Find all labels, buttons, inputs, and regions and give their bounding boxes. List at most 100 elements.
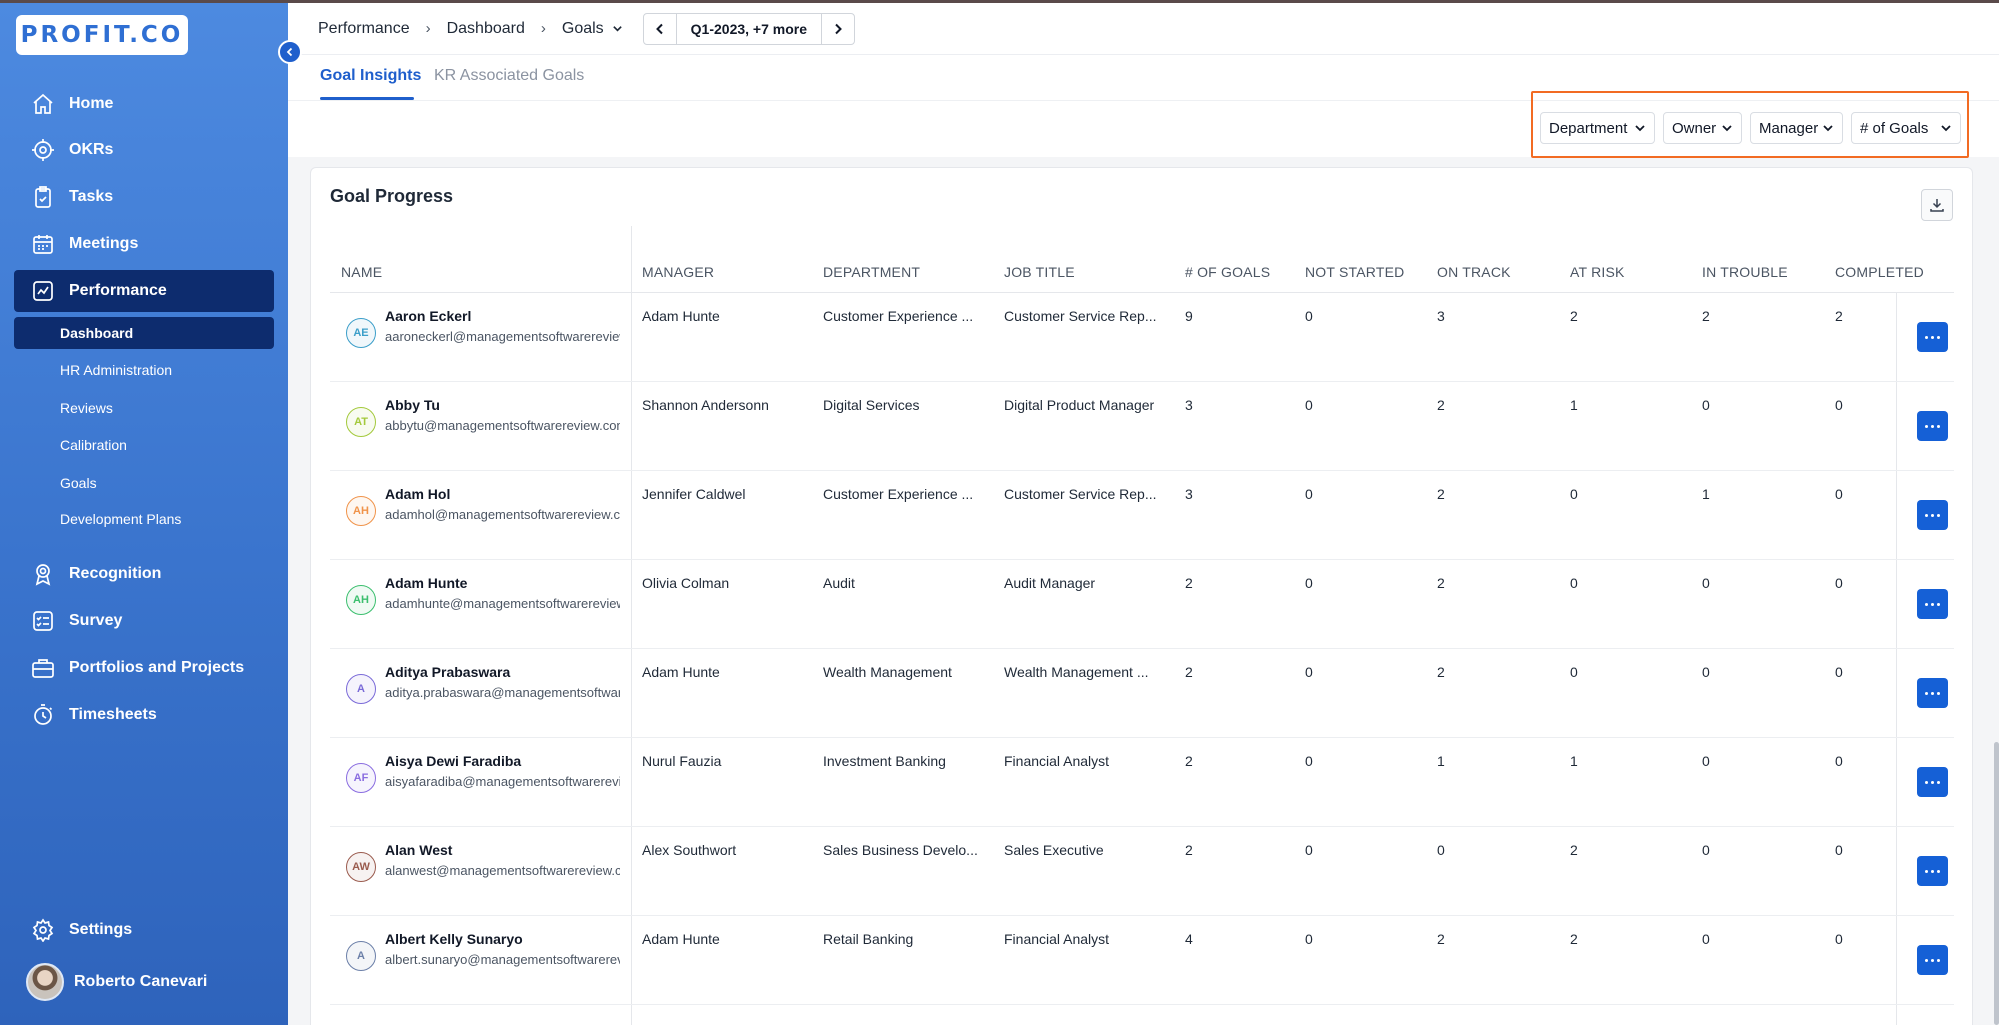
row-actions-button[interactable] [1917,589,1948,619]
manager-cell: Adam Hunte [642,308,720,324]
tab-goal-insights[interactable]: Goal Insights [320,67,421,85]
job-title-cell: Customer Service Rep... [1004,308,1157,324]
breadcrumb-performance[interactable]: Performance [318,20,410,38]
table-row[interactable]: AE Aaron Eckerl aaroneckerl@managementso… [330,293,1954,382]
table-row[interactable]: A Aditya Prabaswara aditya.prabaswara@ma… [330,649,1954,738]
on-track-cell: 2 [1437,575,1445,591]
sidebar-item-home[interactable]: Home [14,83,274,125]
row-actions-button[interactable] [1917,500,1948,530]
table-row[interactable]: AH Adam Hol adamhol@managementsoftwarere… [330,471,1954,560]
in-trouble-cell: 0 [1702,397,1710,413]
sidebar-subitem-dashboard[interactable]: Dashboard [14,317,274,349]
manager-cell: Adam Hunte [642,931,720,947]
completed-cell: 0 [1835,486,1843,502]
column-header-name[interactable]: NAME [341,264,382,280]
manager-cell: Jennifer Caldwel [642,486,746,502]
breadcrumb-goals-dropdown[interactable]: Goals [562,20,623,38]
job-title-cell: Audit Manager [1004,575,1096,591]
owner-name[interactable]: Aaron Eckerl [385,308,471,324]
column-header-at-risk[interactable]: AT RISK [1570,264,1625,280]
sidebar-item-label: Survey [69,612,123,629]
sidebar-item-settings[interactable]: Settings [14,909,274,951]
owner-name[interactable]: Adam Hunte [385,575,467,591]
sidebar-subitem-goals[interactable]: Goals [14,467,274,499]
row-actions-button[interactable] [1917,322,1948,352]
column-header-job-title[interactable]: JOB TITLE [1004,264,1075,280]
tab-kr-associated-goals[interactable]: KR Associated Goals [434,67,584,85]
gear-icon [30,917,56,943]
chevron-down-icon [1823,125,1833,132]
period-selector: Q1-2023, +7 more [642,12,856,45]
owner-name[interactable]: Alan West [385,842,452,858]
user-avatar-initials: A [346,674,376,704]
column-header-department[interactable]: DEPARTMENT [823,264,920,280]
column-header-completed[interactable]: COMPLETED [1835,264,1924,280]
column-header-manager[interactable]: MANAGER [642,264,714,280]
target-icon [30,137,56,163]
sidebar-item-recognition[interactable]: Recognition [14,553,274,595]
page-scrollbar[interactable] [1994,742,1999,1025]
owner-name[interactable]: Aisya Dewi Faradiba [385,753,521,769]
sidebar-subitem-calibration[interactable]: Calibration [14,429,274,461]
profitco-logo[interactable]: PROFIT.CO [16,15,188,55]
sidebar-item-meetings[interactable]: Meetings [14,223,274,265]
sidebar-item-label: Tasks [69,188,114,205]
column-header-goals[interactable]: # OF GOALS [1185,264,1270,280]
table-row[interactable]: AF Aisya Dewi Faradiba aisyafaradiba@man… [330,738,1954,827]
table-row[interactable]: AW Alan West alanwest@managementsoftware… [330,827,1954,916]
owner-name[interactable]: Abby Tu [385,397,440,413]
breadcrumb-dashboard[interactable]: Dashboard [447,20,525,38]
in-trouble-cell: 0 [1702,842,1710,858]
user-profile[interactable]: Roberto Canevari [26,963,207,1001]
more-dots-icon [1925,780,1940,784]
goals-count-cell: 2 [1185,753,1193,769]
goals-count-cell: 3 [1185,397,1193,413]
period-value[interactable]: Q1-2023, +7 more [675,13,823,44]
row-actions-button[interactable] [1917,411,1948,441]
briefcase-icon [30,655,56,681]
manager-filter[interactable]: Manager [1750,112,1843,144]
table-row[interactable]: AH Adam Hunte adamhunte@managementsoftwa… [330,560,1954,649]
owner-email: alanwest@managementsoftwarereview.com [385,863,620,878]
goals-count-cell: 4 [1185,931,1193,947]
column-header-not-started[interactable]: NOT STARTED [1305,264,1404,280]
row-actions-button[interactable] [1917,945,1948,975]
owner-name[interactable]: Adam Hol [385,486,450,502]
owner-email: abbytu@managementsoftwarereview.com [385,418,620,433]
manager-cell: Shannon Andersonn [642,397,769,413]
owner-name[interactable]: Albert Kelly Sunaryo [385,931,523,947]
owner-name[interactable]: Aditya Prabaswara [385,664,510,680]
table-row[interactable]: A Albert Kelly Sunaryo albert.sunaryo@ma… [330,916,1954,1005]
performance-chart-icon [30,278,56,304]
owner-email: aaroneckerl@managementsoftwarereview.com [385,329,620,344]
goals-count-filter[interactable]: # of Goals [1851,112,1961,144]
owner-filter[interactable]: Owner [1663,112,1742,144]
completed-cell: 0 [1835,575,1843,591]
sidebar-subitem-reviews[interactable]: Reviews [14,392,274,424]
row-actions-button[interactable] [1917,767,1948,797]
period-prev-button[interactable] [644,14,676,44]
column-header-on-track[interactable]: ON TRACK [1437,264,1511,280]
row-actions-button[interactable] [1917,678,1948,708]
sidebar-item-performance[interactable]: Performance [14,270,274,312]
sidebar-subitem-hr-administration[interactable]: HR Administration [14,354,274,386]
sidebar-item-survey[interactable]: Survey [14,600,274,642]
goals-count-cell: 2 [1185,664,1193,680]
sidebar-subitem-development-plans[interactable]: Development Plans [14,503,274,535]
completed-cell: 2 [1835,308,1843,324]
goals-count-cell: 2 [1185,575,1193,591]
row-actions-button[interactable] [1917,856,1948,886]
sidebar-collapse-button[interactable] [278,40,302,64]
at-risk-cell: 0 [1570,664,1578,680]
department-cell: Wealth Management [823,664,952,680]
sidebar-item-tasks[interactable]: Tasks [14,176,274,218]
completed-cell: 0 [1835,664,1843,680]
sidebar-item-timesheets[interactable]: Timesheets [14,694,274,736]
table-row[interactable]: AT Abby Tu abbytu@managementsoftwarerevi… [330,382,1954,471]
period-next-button[interactable] [822,14,854,44]
column-header-in-trouble[interactable]: IN TROUBLE [1702,264,1788,280]
department-filter[interactable]: Department [1540,112,1655,144]
download-button[interactable] [1921,189,1953,221]
sidebar-item-okrs[interactable]: OKRs [14,129,274,171]
sidebar-item-portfolios-and-projects[interactable]: Portfolios and Projects [14,647,274,689]
